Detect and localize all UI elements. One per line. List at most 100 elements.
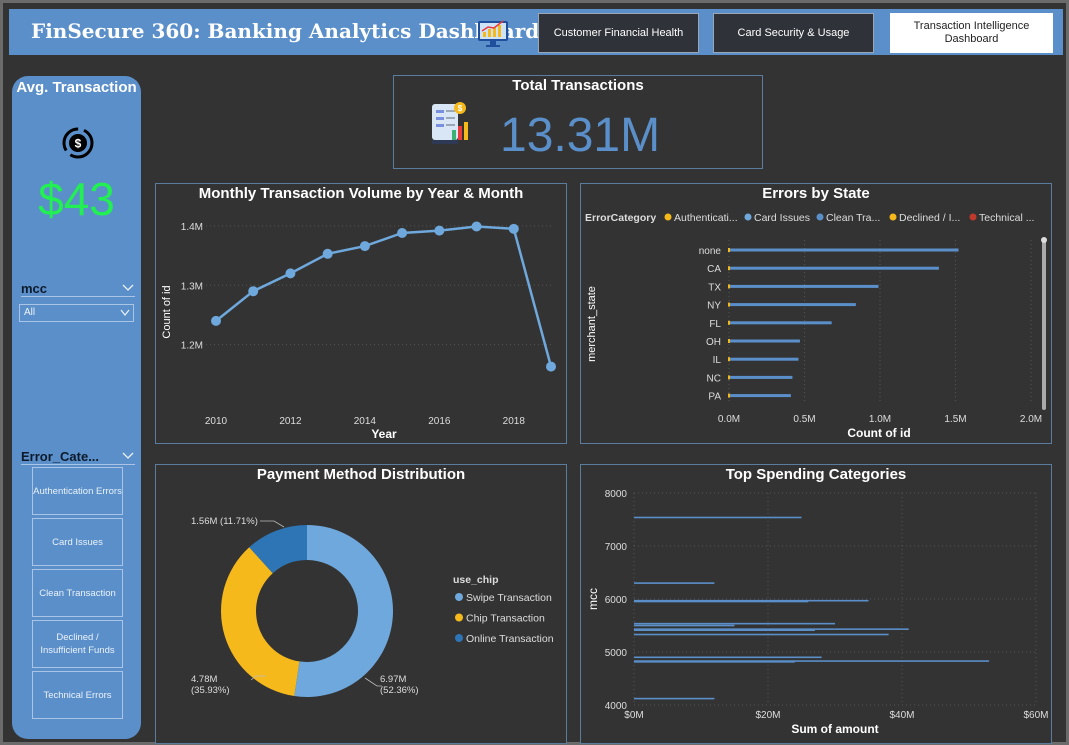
x-tick-label: 1.0M <box>869 414 891 425</box>
bar <box>729 339 800 343</box>
bar-marker <box>728 284 730 289</box>
mcc-slicer-title: mcc <box>21 281 48 296</box>
x-axis-label: Year <box>371 427 397 441</box>
slicer-divider <box>21 296 135 297</box>
data-label: 4.78M <box>191 674 217 685</box>
bar-marker <box>728 302 730 307</box>
bar-marker <box>728 357 730 362</box>
bar-marker <box>728 248 730 252</box>
error-option-clean-transaction[interactable]: Clean Transaction <box>32 569 123 617</box>
y-axis-label: mcc <box>586 588 600 610</box>
x-tick-label: 0.0M <box>718 414 740 425</box>
bar <box>729 284 879 288</box>
x-tick-label: 0.5M <box>793 414 815 425</box>
errors-by-state-card: Errors by State ErrorCategory Authenticat… <box>580 183 1052 444</box>
bar <box>634 516 802 519</box>
data-label: 1.56M (11.71%) <box>191 516 258 527</box>
legend-title: use_chip <box>453 574 499 586</box>
nav-transaction-intelligence[interactable]: Transaction Intelligence Dashboard <box>890 13 1053 53</box>
dashboard-frame: FinSecure 360: Banking Analytics Dashboa… <box>0 0 1069 745</box>
legend-marker <box>455 593 463 601</box>
bar <box>634 622 835 625</box>
y-tick-label: NY <box>707 301 721 312</box>
y-tick-label: 1.2M <box>181 341 203 352</box>
legend-marker <box>889 213 897 221</box>
data-point <box>359 241 370 252</box>
error-option-technical[interactable]: Technical Errors <box>32 671 123 719</box>
nav-customer-financial-health[interactable]: Customer Financial Health <box>538 13 699 53</box>
bar <box>634 661 795 663</box>
y-tick-label: OH <box>706 337 721 348</box>
y-tick-label: 6000 <box>605 595 628 606</box>
data-label: (52.36%) <box>380 685 419 696</box>
monthly-volume-card: Monthly Transaction Volume by Year & Mon… <box>155 183 567 444</box>
x-tick-label: $60M <box>1023 710 1048 721</box>
bar <box>729 321 832 325</box>
svg-text:$: $ <box>75 137 82 151</box>
top-spending-card: Top Spending Categories 8000 7000 6000 5000… <box>580 464 1052 744</box>
svg-text:$: $ <box>458 104 463 113</box>
data-label: (35.93%) <box>191 685 230 696</box>
data-point <box>471 221 482 232</box>
y-tick-label: CA <box>707 264 721 275</box>
chart-title: Top Spending Categories <box>725 466 907 483</box>
chart-title: Errors by State <box>762 185 870 202</box>
nav-card-security-usage[interactable]: Card Security & Usage <box>713 13 874 53</box>
chart-title: Payment Method Distribution <box>256 466 466 483</box>
dashboard-monitor-icon <box>478 20 508 47</box>
legend-item: Chip Transaction <box>466 613 545 625</box>
monthly-volume-chart: 1.2M 1.3M 1.4M 2010 2012 2014 2016 2018 Year Coun… <box>161 221 556 441</box>
x-tick-label: $40M <box>889 710 914 721</box>
data-point <box>285 268 296 279</box>
legend-item: Declined / I... <box>899 212 960 224</box>
data-point <box>434 225 445 236</box>
leader-line <box>260 520 285 528</box>
legend-marker <box>744 213 752 221</box>
y-tick-label: IL <box>713 355 722 366</box>
bar-marker <box>728 266 730 271</box>
bar <box>634 656 822 659</box>
legend-marker <box>969 213 977 221</box>
avg-transaction-value: $43 <box>38 173 115 225</box>
total-transactions-card: Total Transactions $ 13.31M <box>393 75 763 169</box>
y-tick-label: none <box>699 246 722 257</box>
data-point <box>508 223 519 234</box>
x-axis-label: Sum of amount <box>791 722 878 736</box>
mcc-dropdown-value: All <box>24 307 36 318</box>
legend-item: Online Transaction <box>466 633 554 645</box>
data-point <box>397 228 408 238</box>
donut-slice <box>221 547 300 697</box>
payment-method-card: Payment Method Distribution 6.97M (52.36%… <box>155 464 567 744</box>
bar <box>729 357 799 361</box>
avg-transaction-label: Avg. Transaction <box>16 79 137 96</box>
x-tick-label: 2018 <box>503 416 526 427</box>
x-tick-label: 1.5M <box>944 414 966 425</box>
legend-item: Technical ... <box>979 212 1034 224</box>
error-option-authentication[interactable]: Authentication Errors <box>32 467 123 515</box>
chevron-down-icon[interactable] <box>122 452 134 460</box>
data-point <box>322 248 333 259</box>
legend-item: Authenticati... <box>674 212 738 224</box>
legend-marker <box>816 213 824 221</box>
x-tick-label: 2012 <box>279 416 302 427</box>
bar <box>729 394 791 398</box>
error-option-card-issues[interactable]: Card Issues <box>32 518 123 566</box>
y-tick-label: NC <box>707 373 721 384</box>
app-title: FinSecure 360: Banking Analytics Dashboa… <box>31 19 540 43</box>
mcc-dropdown[interactable]: All <box>19 304 134 322</box>
sidebar: Avg. Transaction $ $43 mcc All Error_Cat… <box>12 76 141 739</box>
data-label: 6.97M <box>380 674 406 685</box>
kpi-title: Total Transactions <box>512 77 644 94</box>
errors-by-state-chart: ErrorCategory Authenticati... Card Issues C… <box>585 212 1047 440</box>
bar <box>634 697 715 700</box>
bar <box>634 633 889 636</box>
legend-item: Clean Tra... <box>826 212 880 224</box>
legend-item: Swipe Transaction <box>466 592 552 604</box>
data-point <box>211 315 221 326</box>
error-option-declined[interactable]: Declined / Insufficient Funds <box>32 620 123 668</box>
x-tick-label: 2014 <box>354 416 377 427</box>
chevron-down-icon[interactable] <box>122 284 134 292</box>
bar <box>729 248 959 252</box>
y-tick-label: 5000 <box>605 648 628 659</box>
error-category-slicer-title: Error_Cate... <box>21 449 100 464</box>
